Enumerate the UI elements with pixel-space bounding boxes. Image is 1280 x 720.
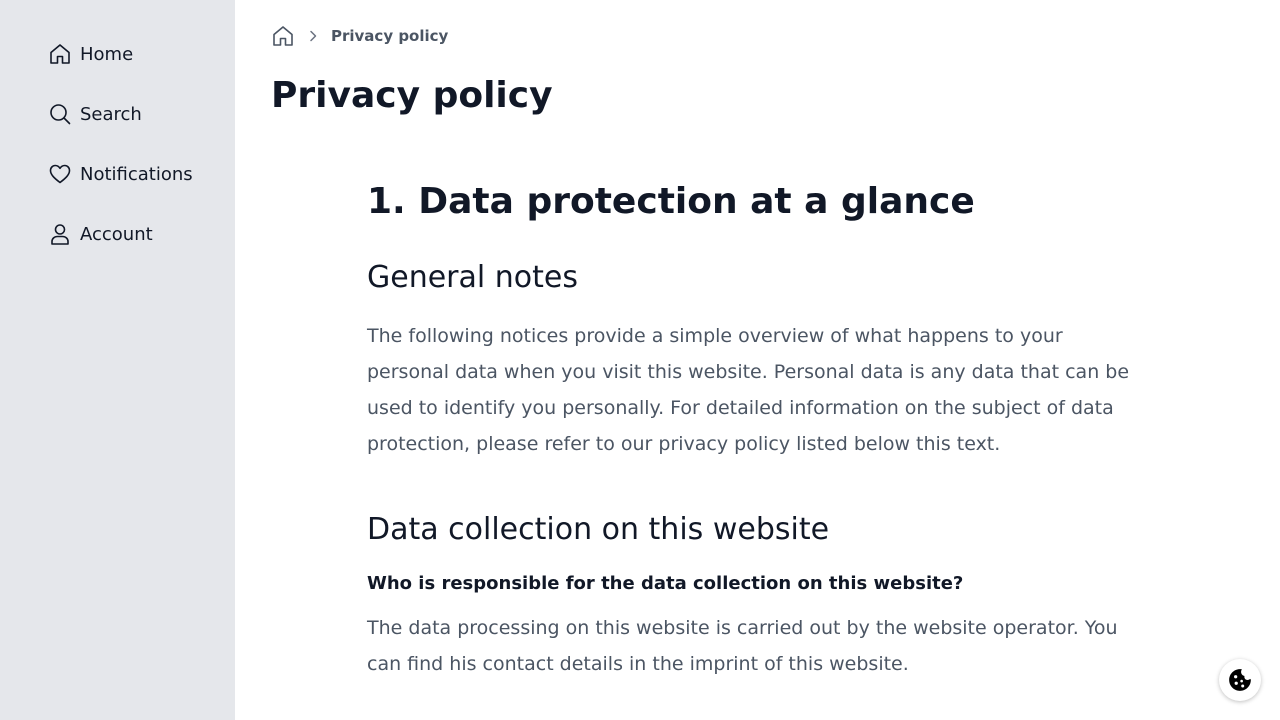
paragraph-data-collection: The data processing on this website is c… — [367, 617, 1118, 675]
sidebar-item-notifications[interactable]: Notifications — [48, 159, 193, 189]
breadcrumb: Privacy policy — [271, 23, 448, 49]
sidebar-item-label: Home — [80, 43, 134, 65]
sidebar-item-label: Account — [80, 223, 153, 245]
sidebar-item-search[interactable]: Search — [48, 99, 142, 129]
home-icon[interactable] — [271, 24, 295, 48]
cookie-settings-button[interactable] — [1219, 659, 1261, 701]
sidebar: Home Search Notifications Account — [0, 0, 235, 720]
heart-icon — [48, 162, 72, 186]
user-icon — [48, 222, 72, 246]
home-icon — [48, 42, 72, 66]
sidebar-item-label: Search — [80, 103, 142, 125]
cookie-icon — [1227, 667, 1253, 693]
chevron-right-icon — [305, 28, 321, 44]
subheading-responsible: Who is responsible for the data collecti… — [367, 573, 964, 594]
sidebar-item-home[interactable]: Home — [48, 39, 133, 69]
sidebar-item-label: Notifications — [80, 163, 193, 185]
breadcrumb-current: Privacy policy — [331, 27, 449, 45]
section-title: 1. Data protection at a glance — [367, 181, 975, 222]
page-title: Privacy policy — [271, 75, 553, 116]
paragraph-general-notes: The following notices provide a simple o… — [367, 325, 1130, 455]
sidebar-item-account[interactable]: Account — [48, 219, 153, 249]
section-heading-data-collection: Data collection on this website — [367, 512, 830, 547]
main-content: Privacy policy Privacy policy 1. Data pr… — [235, 0, 1280, 720]
section-heading-general-notes: General notes — [367, 260, 578, 295]
search-icon — [48, 102, 72, 126]
